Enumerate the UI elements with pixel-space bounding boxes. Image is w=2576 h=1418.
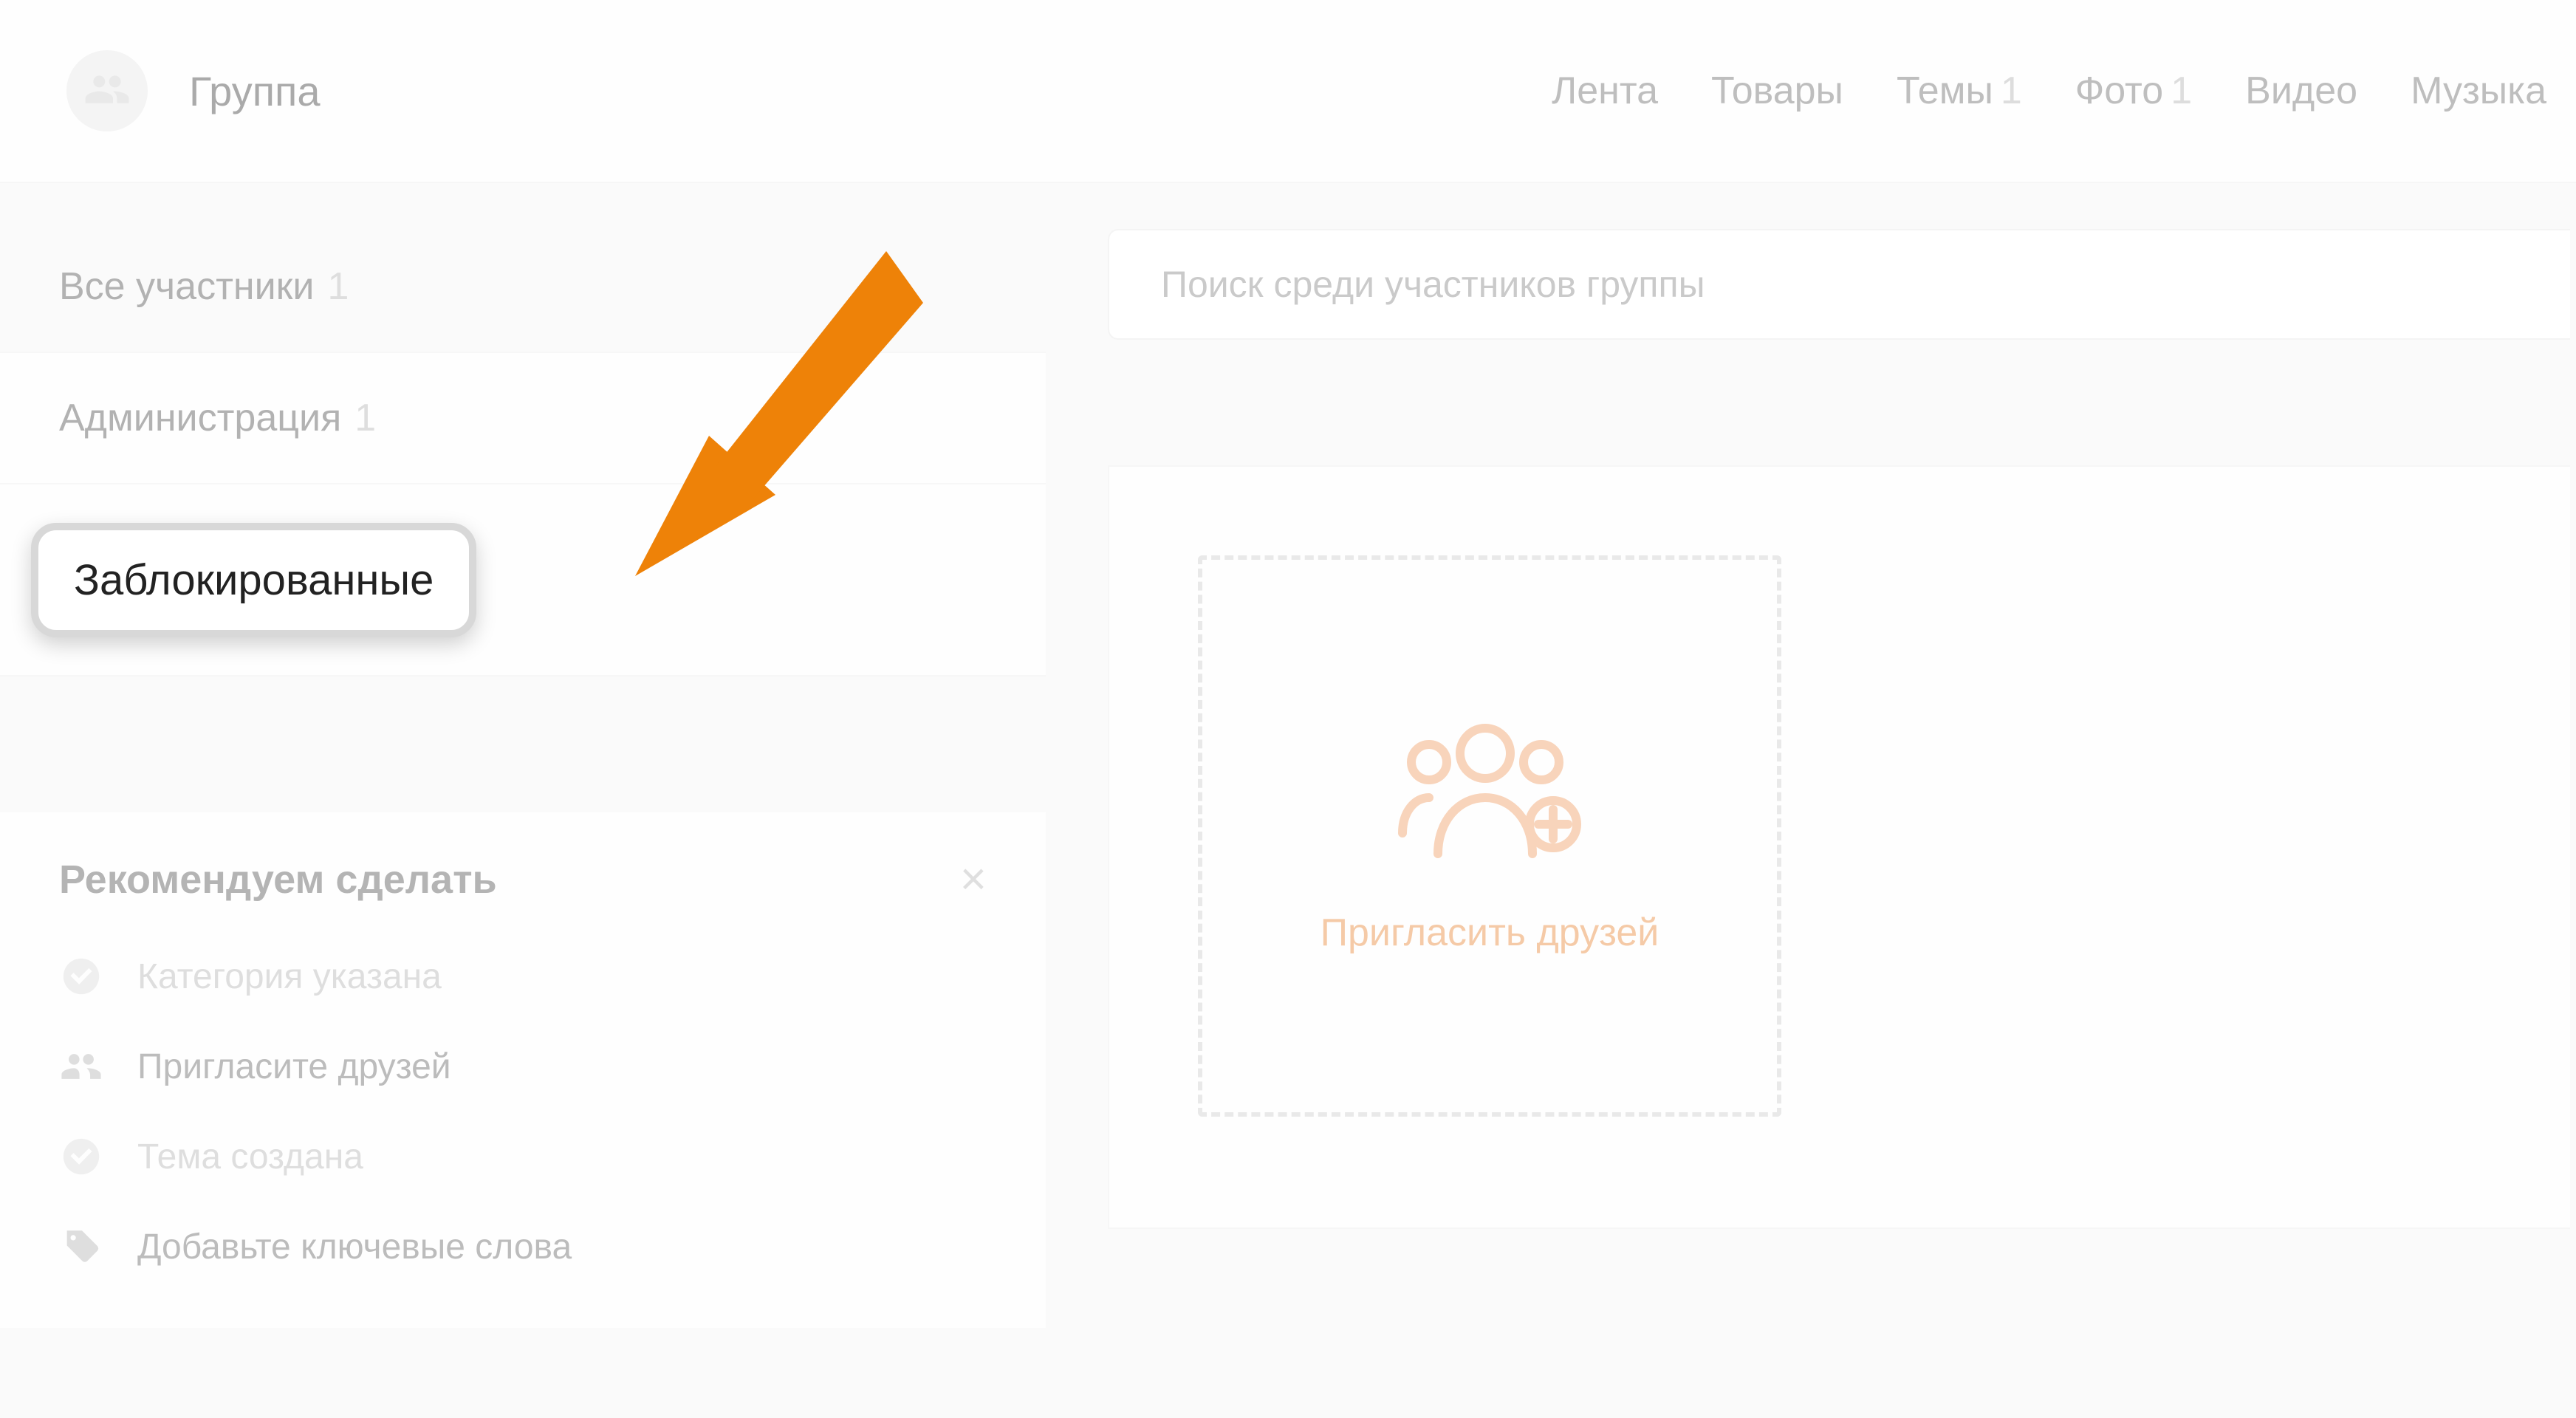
top-nav-count: 1 <box>2001 69 2022 112</box>
top-nav-label: Товары <box>1711 69 1843 112</box>
top-nav-label: Музыка <box>2411 69 2546 112</box>
top-nav-video[interactable]: Видео <box>2245 69 2357 113</box>
top-nav-label: Фото <box>2075 69 2163 112</box>
invite-friends-tile[interactable]: Пригласить друзей <box>1198 555 1781 1117</box>
group-avatar <box>66 50 148 131</box>
top-nav: Лента Товары Темы1 Фото1 Видео Музыка <box>1552 69 2576 113</box>
search-input[interactable] <box>1161 263 2570 306</box>
header-bar: Группа Лента Товары Темы1 Фото1 Видео Му… <box>0 0 2576 183</box>
recommendations-block: Рекомендуем сделать × Категория указана … <box>0 812 1046 1328</box>
reco-item-label: Категория указана <box>137 956 442 997</box>
reco-item-label: Тема создана <box>137 1137 363 1177</box>
sidebar-item-count: 1 <box>354 396 376 440</box>
people-icon <box>83 66 131 117</box>
check-circle-icon <box>59 954 103 999</box>
reco-item-invite[interactable]: Пригласите друзей <box>59 1044 987 1089</box>
sidebar-item-label: Заблокированные <box>74 556 434 604</box>
sidebar-item-count: 1 <box>327 264 349 309</box>
add-people-icon <box>1394 718 1586 869</box>
sidebar-item-label: Администрация <box>59 396 341 440</box>
members-content-card: Пригласить друзей <box>1108 465 2570 1229</box>
reco-item-category[interactable]: Категория указана <box>59 954 987 999</box>
reco-item-label: Пригласите друзей <box>137 1047 451 1087</box>
top-nav-feed[interactable]: Лента <box>1552 69 1658 113</box>
top-nav-label: Видео <box>2245 69 2357 112</box>
top-nav-photos[interactable]: Фото1 <box>2075 69 2192 113</box>
top-nav-goods[interactable]: Товары <box>1711 69 1843 113</box>
close-icon[interactable]: × <box>960 857 987 902</box>
top-nav-label: Темы <box>1897 69 1993 112</box>
people-icon <box>59 1044 103 1089</box>
top-nav-count: 1 <box>2171 69 2192 112</box>
sidebar-item-label: Все участники <box>59 264 314 309</box>
search-box[interactable] <box>1108 229 2570 340</box>
reco-item-label: Добавьте ключевые слова <box>137 1227 572 1267</box>
recommendations-title: Рекомендуем сделать <box>59 857 497 902</box>
top-nav-music[interactable]: Музыка <box>2411 69 2546 113</box>
annotation-arrow-icon <box>613 222 923 609</box>
group-title: Группа <box>189 67 321 115</box>
tag-icon <box>59 1225 103 1269</box>
highlight-callout: Заблокированные <box>31 523 476 637</box>
check-circle-icon <box>59 1134 103 1179</box>
main-panel: Пригласить друзей <box>1108 229 2570 1229</box>
reco-item-topic[interactable]: Тема создана <box>59 1134 987 1179</box>
top-nav-label: Лента <box>1552 69 1658 112</box>
invite-friends-label: Пригласить друзей <box>1320 911 1659 955</box>
reco-item-keywords[interactable]: Добавьте ключевые слова <box>59 1225 987 1269</box>
top-nav-topics[interactable]: Темы1 <box>1897 69 2022 113</box>
